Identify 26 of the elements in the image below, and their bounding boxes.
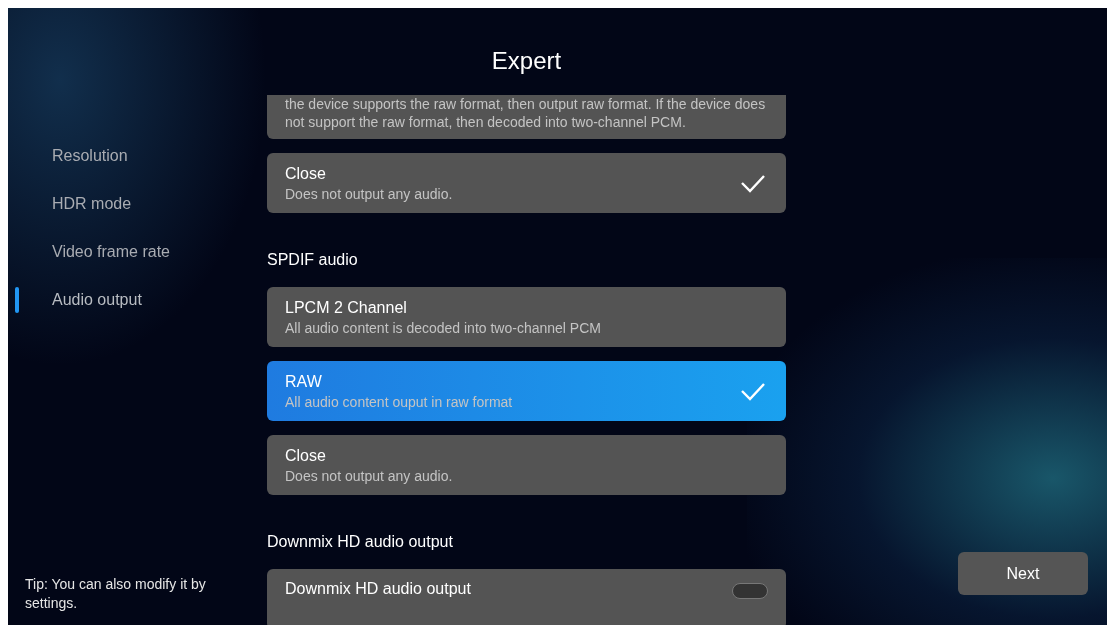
option-description: Does not output any audio. xyxy=(285,467,454,486)
section-heading: Downmix HD audio output xyxy=(267,533,454,551)
page-title: Expert xyxy=(490,46,563,76)
sidebar-item[interactable]: Audio output xyxy=(52,291,142,309)
next-button[interactable]: Next xyxy=(958,552,1088,595)
option-description: All audio content is decoded into two-channel PCM xyxy=(285,319,602,338)
option-description: All audio content ouput in raw format xyxy=(285,393,514,412)
option-card[interactable]: LPCM 2 Channel All audio content is decoded into two-channel PCM xyxy=(267,287,786,347)
option-card[interactable]: Close Does not output any audio. xyxy=(267,153,786,213)
option-card[interactable]: Close Does not output any audio. xyxy=(267,435,786,495)
toggle-card[interactable]: Downmix HD audio output xyxy=(267,569,786,625)
option-label: Downmix HD audio output xyxy=(285,579,471,599)
section-heading: SPDIF audio xyxy=(267,251,359,269)
sidebar-item[interactable]: Video frame rate xyxy=(52,243,170,261)
tip-text: Tip: You can also modify it by settings. xyxy=(25,575,207,613)
option-label: Close xyxy=(285,446,327,466)
option-card[interactable]: the device supports the raw format, then output raw format. If the device does not support the raw format, then decoded into two-channel PCM. xyxy=(267,95,786,139)
sidebar-item[interactable]: HDR mode xyxy=(52,195,132,213)
option-card[interactable]: RAW All audio content ouput in raw format xyxy=(267,361,786,421)
option-label: Close xyxy=(285,164,327,184)
sidebar-item[interactable]: Resolution xyxy=(52,147,128,165)
option-label: RAW xyxy=(285,372,323,392)
toggle-switch[interactable] xyxy=(732,583,768,599)
option-description: the device supports the raw format, then output raw format. If the device does not support the raw format, then decoded into two-channel PCM. xyxy=(285,95,767,131)
option-label: LPCM 2 Channel xyxy=(285,298,408,318)
option-description: Does not output any audio. xyxy=(285,185,454,204)
